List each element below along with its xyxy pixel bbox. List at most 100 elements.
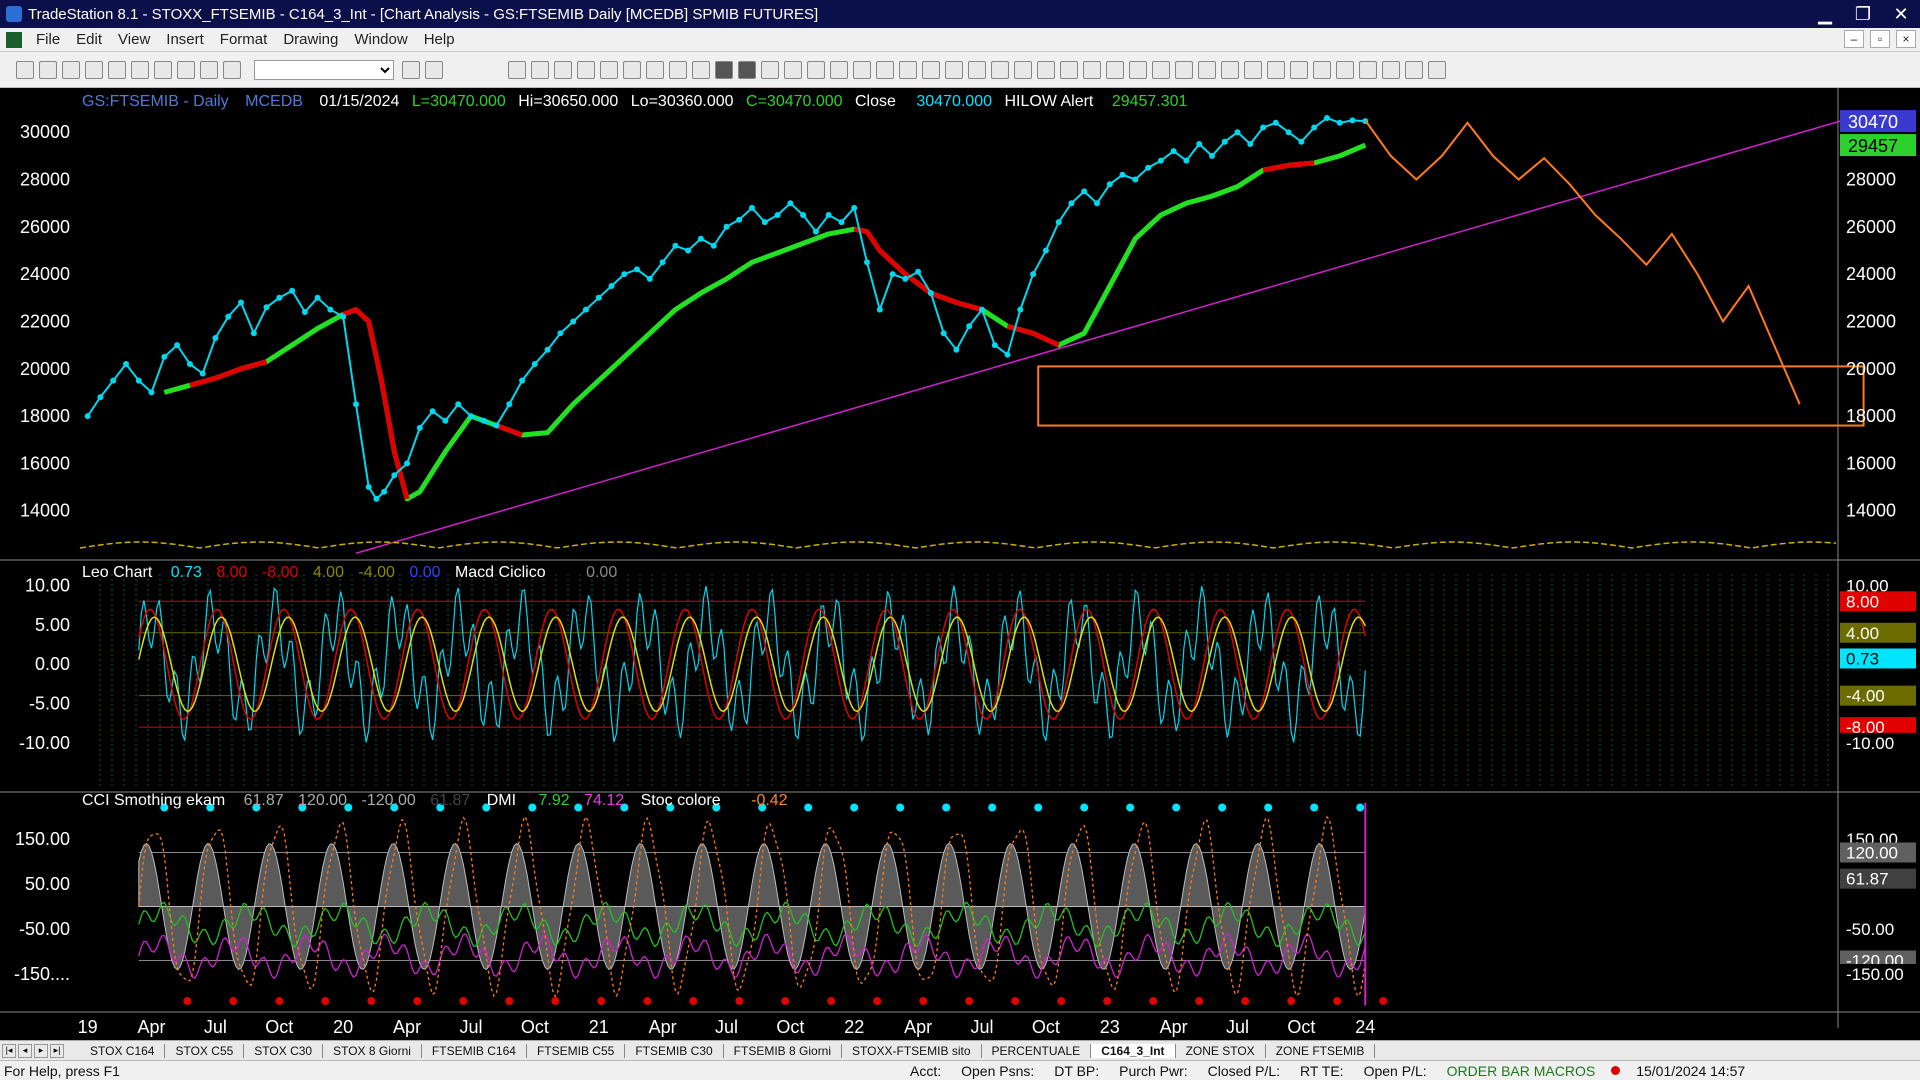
- arrow-down-icon[interactable]: [1336, 60, 1354, 79]
- search-icon[interactable]: [425, 60, 443, 79]
- chart-analysis-panel[interactable]: 30000 28000 28000 26000 26000 24000 24000 22000…: [0, 88, 1920, 1044]
- color-icon[interactable]: [223, 60, 241, 79]
- tab-first-icon[interactable]: |◂: [2, 1043, 16, 1058]
- pan-icon[interactable]: [922, 60, 940, 79]
- print-icon[interactable]: [131, 60, 149, 79]
- menu-view[interactable]: View: [110, 31, 158, 48]
- feed-label: MCEDB: [245, 93, 303, 110]
- grid-icon[interactable]: [508, 60, 526, 79]
- refresh-icon[interactable]: [600, 60, 618, 79]
- cycle-lines-icon[interactable]: [1152, 60, 1170, 79]
- doc-restore-button[interactable]: ▫: [1870, 30, 1890, 48]
- arrow-up-icon[interactable]: [1359, 60, 1377, 79]
- price-axis-label-left: 16000: [20, 453, 70, 473]
- workspace-tab[interactable]: FTSEMIB C164: [422, 1043, 527, 1058]
- rectangle-icon[interactable]: [1405, 60, 1423, 79]
- arc-icon[interactable]: [1106, 60, 1124, 79]
- menu-insert[interactable]: Insert: [158, 31, 212, 48]
- doc-minimize-button[interactable]: –: [1844, 30, 1864, 48]
- workspace-tab[interactable]: STOX C55: [165, 1043, 245, 1058]
- horizontal-lines-icon[interactable]: [1060, 60, 1078, 79]
- new-workspace-icon[interactable]: [62, 60, 80, 79]
- workspace-tab[interactable]: ZONE FTSEMIB: [1266, 1043, 1376, 1058]
- menu-drawing[interactable]: Drawing: [275, 31, 346, 48]
- workspace-tab[interactable]: STOX 8 Giorni: [323, 1043, 422, 1058]
- workspace-tab[interactable]: ZONE STOX: [1176, 1043, 1266, 1058]
- pointer-icon[interactable]: [899, 60, 917, 79]
- print-preview-icon[interactable]: [108, 60, 126, 79]
- menu-format[interactable]: Format: [212, 31, 276, 48]
- cci-value-2: 120.00: [298, 792, 347, 809]
- bar-chart-icon[interactable]: [715, 60, 733, 79]
- workspace-tab[interactable]: STOX C164: [80, 1043, 166, 1058]
- cci-top-dot: [574, 803, 583, 812]
- doc-close-button[interactable]: ×: [1896, 30, 1916, 48]
- workspace-tab[interactable]: FTSEMIB C30: [625, 1043, 724, 1058]
- text-icon[interactable]: [991, 60, 1009, 79]
- workspace-tab[interactable]: C164_3_Int: [1091, 1043, 1176, 1058]
- data-icon[interactable]: [761, 60, 779, 79]
- spreadsheet-icon[interactable]: [554, 60, 572, 79]
- workspace-tab[interactable]: STOX C30: [244, 1043, 324, 1058]
- layout-icon[interactable]: [646, 60, 664, 79]
- properties-icon[interactable]: [968, 60, 986, 79]
- price-point: [391, 472, 398, 479]
- curve-icon[interactable]: [1313, 60, 1331, 79]
- cci-bottom-dot: [321, 997, 330, 1005]
- price-axis-label-left: 14000: [20, 501, 70, 521]
- close-button[interactable]: ✕: [1882, 0, 1920, 28]
- new-icon[interactable]: [16, 60, 34, 79]
- cci-bottom-dot: [1287, 997, 1296, 1005]
- parallel-icon[interactable]: [1221, 60, 1239, 79]
- date-label: 01/15/2024: [319, 93, 399, 110]
- cci-bottom-dot: [1103, 997, 1112, 1005]
- price-point: [940, 330, 947, 337]
- format-icon[interactable]: [154, 60, 172, 79]
- menu-edit[interactable]: Edit: [68, 31, 110, 48]
- scanner-icon[interactable]: [692, 60, 710, 79]
- arrows-icon[interactable]: [1198, 60, 1216, 79]
- restore-button[interactable]: ❐: [1844, 0, 1882, 28]
- symbol-select[interactable]: [254, 59, 394, 80]
- zoom-in-icon[interactable]: [853, 60, 871, 79]
- open-icon[interactable]: [39, 60, 57, 79]
- link-icon[interactable]: [577, 60, 595, 79]
- paint-icon[interactable]: [200, 60, 218, 79]
- zoom-out-icon[interactable]: [876, 60, 894, 79]
- radar-icon[interactable]: [669, 60, 687, 79]
- price-point: [1042, 247, 1049, 254]
- save-icon[interactable]: [85, 60, 103, 79]
- workspace-tab[interactable]: PERCENTUALE: [982, 1043, 1092, 1058]
- tab-next-icon[interactable]: ▸: [34, 1043, 48, 1058]
- order-bar-macros[interactable]: ORDER BAR MACROS: [1437, 1063, 1606, 1079]
- tab-last-icon[interactable]: ▸|: [50, 1043, 64, 1058]
- cursor-icon[interactable]: [784, 60, 802, 79]
- abc-text-icon[interactable]: [1428, 60, 1446, 79]
- candle-icon[interactable]: [738, 60, 756, 79]
- minimize-button[interactable]: ▁: [1806, 0, 1844, 28]
- pencil-icon[interactable]: [1290, 60, 1308, 79]
- menu-window[interactable]: Window: [346, 31, 415, 48]
- gann-icon[interactable]: [1267, 60, 1285, 79]
- workspace-tab[interactable]: FTSEMIB 8 Giorni: [724, 1043, 843, 1058]
- lock-icon[interactable]: [177, 60, 195, 79]
- table-icon[interactable]: [531, 60, 549, 79]
- play-icon[interactable]: [402, 60, 420, 79]
- menu-file[interactable]: File: [28, 31, 68, 48]
- fibonacci-icon[interactable]: [1083, 60, 1101, 79]
- chart-document-icon[interactable]: [6, 31, 22, 48]
- tab-prev-icon[interactable]: ◂: [18, 1043, 32, 1058]
- menu-help[interactable]: Help: [416, 31, 463, 48]
- trendline-icon[interactable]: [1014, 60, 1032, 79]
- expand-icon[interactable]: [830, 60, 848, 79]
- workspace-tab[interactable]: STOXX-FTSEMIB sito: [842, 1043, 982, 1058]
- channel-icon[interactable]: [1129, 60, 1147, 79]
- workspace-tab[interactable]: FTSEMIB C55: [527, 1043, 626, 1058]
- vertical-lines-icon[interactable]: [1037, 60, 1055, 79]
- speed-lines-icon[interactable]: [1244, 60, 1262, 79]
- compress-icon[interactable]: [807, 60, 825, 79]
- tools-icon[interactable]: [945, 60, 963, 79]
- ellipse-icon[interactable]: [1382, 60, 1400, 79]
- fan-icon[interactable]: [1175, 60, 1193, 79]
- window-icon[interactable]: [623, 60, 641, 79]
